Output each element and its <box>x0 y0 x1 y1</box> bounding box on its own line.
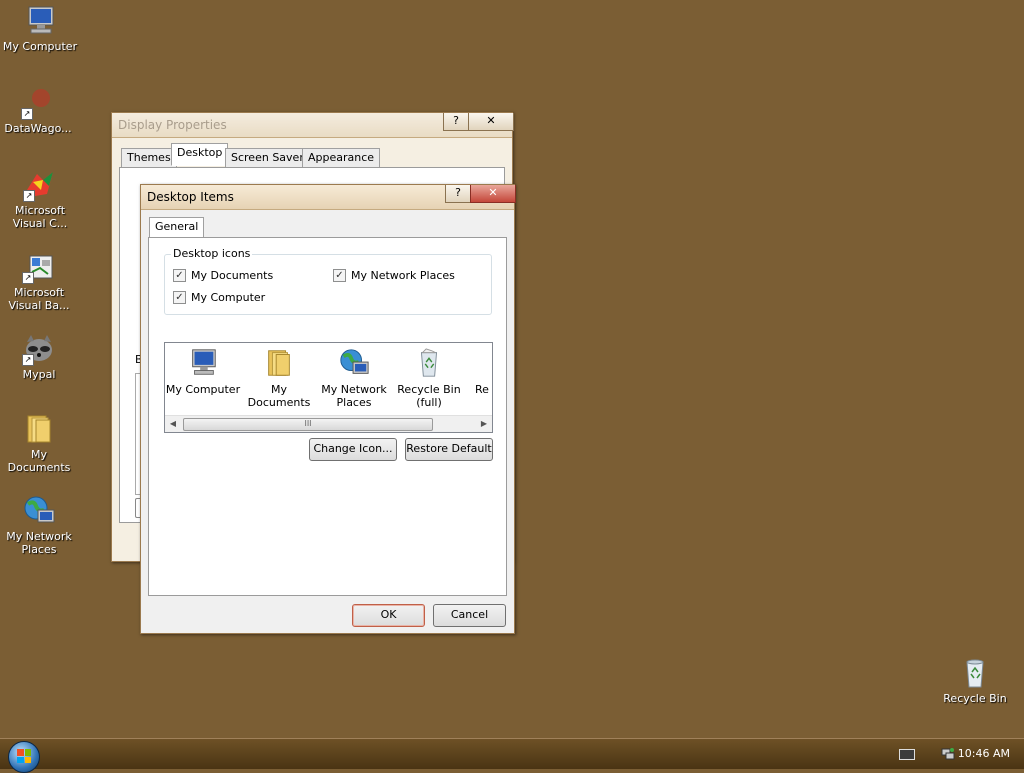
checkbox-label: My Network Places <box>351 269 455 282</box>
network-globe-icon <box>338 347 370 379</box>
desktop-icon-label: My Computer <box>2 40 78 53</box>
desktop-items-titlebar[interactable]: Desktop Items ? ✕ <box>141 185 516 210</box>
checkbox-check-icon: ✓ <box>173 291 186 304</box>
tab-desktop[interactable]: Desktop <box>171 143 229 166</box>
windows-logo-icon <box>17 749 31 763</box>
checkbox-label: My Computer <box>191 291 266 304</box>
desktop-icon-label: Mypal <box>22 368 56 381</box>
list-item-label: Recycle Bin (full) <box>397 383 461 409</box>
recycle-bin-full-icon <box>413 347 445 379</box>
list-item-recycle-bin-empty-partial[interactable]: Re ( <box>467 347 492 396</box>
desktop-icon-datawagon[interactable]: ↗ DataWago... <box>0 86 76 135</box>
ok-button[interactable]: OK <box>352 604 425 627</box>
datawagon-icon: ↗ <box>21 86 55 120</box>
change-icon-button[interactable]: Change Icon... <box>309 438 397 461</box>
desktop-icon-label: DataWago... <box>4 122 72 135</box>
list-item-my-computer[interactable]: My Computer <box>165 347 241 396</box>
desktop-icon-mypal[interactable]: ↗ Mypal <box>1 332 77 381</box>
tray-clock[interactable]: 10:46 AM <box>958 747 1010 760</box>
scroll-grip: III <box>304 419 312 428</box>
dialog-title: Desktop Items <box>147 190 234 204</box>
desktop-icon-my-computer[interactable]: My Computer <box>2 4 78 53</box>
shortcut-arrow-icon: ↗ <box>22 272 34 284</box>
network-tray-icon[interactable] <box>941 747 955 761</box>
desktop-icon-label: My Documents <box>7 448 71 474</box>
list-item-label: My Network Places <box>321 383 387 409</box>
tab-themes[interactable]: Themes <box>121 148 177 168</box>
computer-icon <box>187 347 219 379</box>
checkbox-check-icon: ✓ <box>333 269 346 282</box>
desktop-icons-group: Desktop icons ✓ My Documents ✓ My Networ… <box>164 247 492 315</box>
list-item-label: My Documents <box>247 383 311 409</box>
tab-general[interactable]: General <box>149 217 205 238</box>
checkbox-my-network-places[interactable]: ✓ My Network Places <box>333 269 455 282</box>
tab-screen-saver[interactable]: Screen Saver <box>225 148 310 168</box>
list-item-label: Re ( <box>475 383 492 396</box>
group-title: Desktop icons <box>171 247 253 260</box>
window-title: Display Properties <box>118 118 227 132</box>
checkbox-my-documents[interactable]: ✓ My Documents <box>173 269 273 282</box>
cancel-button[interactable]: Cancel <box>433 604 506 627</box>
desktop-icon-label: My Network Places <box>6 530 72 556</box>
restore-default-button[interactable]: Restore Default <box>405 438 493 461</box>
shortcut-arrow-icon: ↗ <box>23 190 35 202</box>
help-button[interactable]: ? <box>445 185 471 203</box>
desktop-icon-label: Microsoft Visual Ba... <box>8 286 70 312</box>
recycle-bin-icon <box>958 656 992 690</box>
list-item-recycle-bin-full[interactable]: Recycle Bin (full) <box>391 347 467 409</box>
list-item-my-documents[interactable]: My Documents <box>241 347 317 409</box>
close-button[interactable]: ✕ <box>468 113 514 131</box>
desktop-icon-label: Recycle Bin <box>943 692 1007 705</box>
tab-appearance[interactable]: Appearance <box>302 148 381 168</box>
desktop-icon-visual-c[interactable]: ↗ Microsoft Visual C... <box>2 168 78 230</box>
computer-icon <box>23 4 57 38</box>
scroll-thumb[interactable]: III <box>183 418 433 431</box>
close-button[interactable]: ✕ <box>470 185 516 203</box>
desktop-icon-visual-basic[interactable]: ↗ Microsoft Visual Ba... <box>1 250 77 312</box>
desktop-icon-my-network-places[interactable]: My Network Places <box>1 494 77 556</box>
desktop-icon-my-documents[interactable]: My Documents <box>1 412 77 474</box>
list-item-my-network-places[interactable]: My Network Places <box>316 347 392 409</box>
checkbox-label: My Documents <box>191 269 274 282</box>
taskbar: 10:46 AM <box>0 738 1024 773</box>
shortcut-arrow-icon: ↗ <box>22 354 34 366</box>
visual-c-icon: ↗ <box>23 168 57 202</box>
shortcut-arrow-icon: ↗ <box>21 108 33 120</box>
keyboard-icon[interactable] <box>899 749 915 760</box>
folder-icon <box>22 412 56 446</box>
folder-icon <box>263 347 295 379</box>
start-button[interactable] <box>8 741 40 773</box>
desktop-icon-recycle-bin[interactable]: Recycle Bin <box>937 656 1013 705</box>
scroll-left-arrow-icon[interactable]: ◀ <box>165 416 181 432</box>
scroll-right-arrow-icon[interactable]: ▶ <box>476 416 492 432</box>
network-globe-icon <box>22 494 56 528</box>
desktop-items-dialog[interactable]: Desktop Items ? ✕ General Desktop icons … <box>140 184 516 634</box>
checkbox-check-icon: ✓ <box>173 269 186 282</box>
list-item-label: My Computer <box>165 383 241 396</box>
help-button[interactable]: ? <box>443 113 469 131</box>
general-tab-panel: Desktop icons ✓ My Documents ✓ My Networ… <box>148 237 507 596</box>
desktop-icon-label: Microsoft Visual C... <box>12 204 68 230</box>
display-properties-titlebar[interactable]: Display Properties ? ✕ <box>112 113 514 138</box>
icon-list-view[interactable]: My Computer My Documents My Network Plac… <box>164 342 493 433</box>
horizontal-scrollbar[interactable]: ◀ III ▶ <box>165 415 492 432</box>
checkbox-my-computer[interactable]: ✓ My Computer <box>173 291 265 304</box>
visual-basic-icon: ↗ <box>22 250 56 284</box>
raccoon-icon: ↗ <box>22 332 56 366</box>
